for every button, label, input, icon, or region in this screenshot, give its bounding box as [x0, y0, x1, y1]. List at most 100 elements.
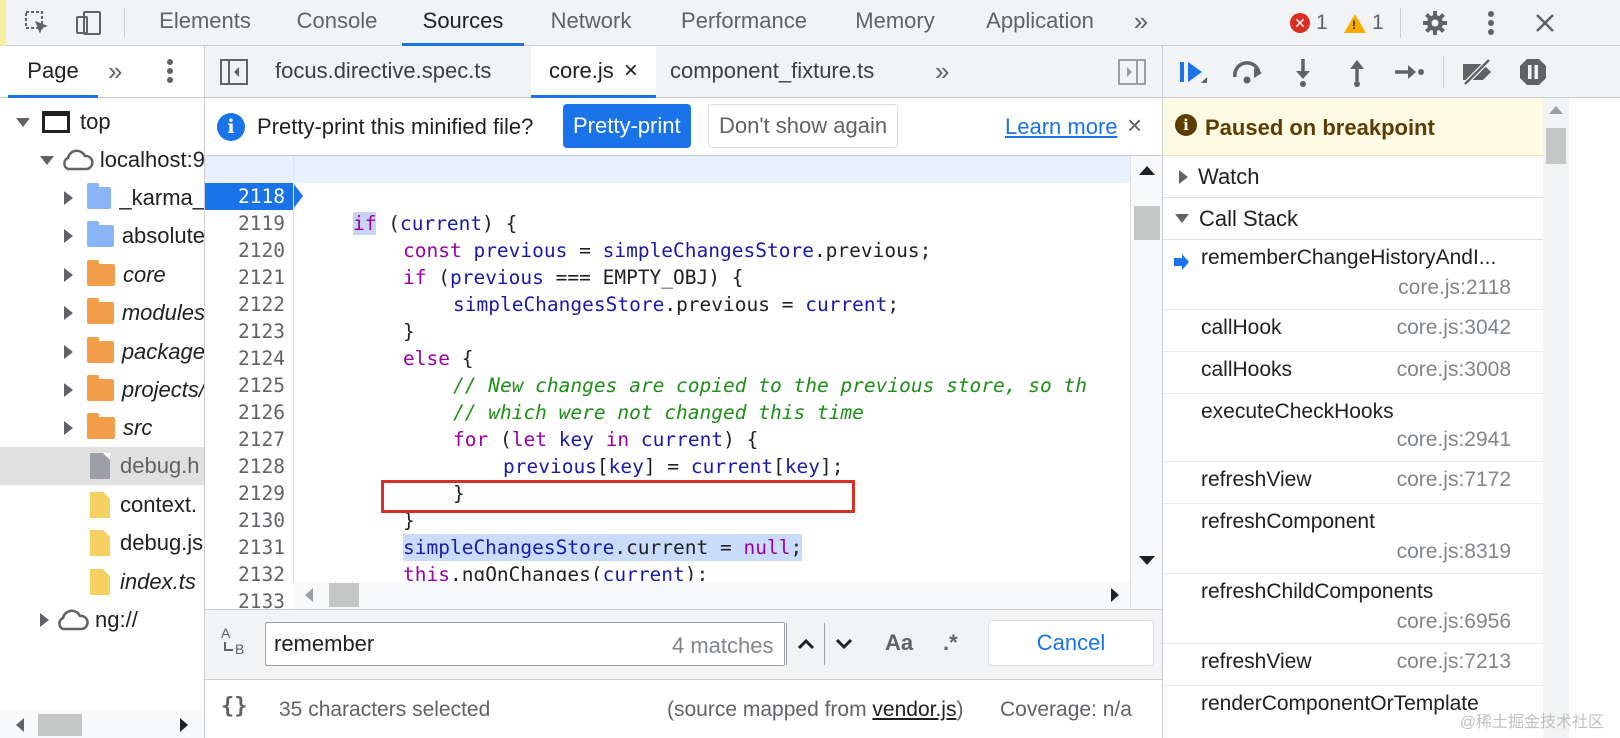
- more-tabs-button[interactable]: »: [1124, 0, 1158, 46]
- step-into-icon[interactable]: [1285, 54, 1321, 90]
- call-frame[interactable]: executeCheckHooks core.js:2941: [1163, 394, 1543, 462]
- tree-item-ng[interactable]: ng://: [0, 601, 204, 639]
- search-input[interactable]: [274, 631, 664, 657]
- scroll-left-icon[interactable]: [16, 718, 24, 732]
- tree-item-index-ts[interactable]: index.ts: [0, 563, 204, 601]
- tab-sources[interactable]: Sources: [402, 0, 524, 46]
- code-line-2127[interactable]: 2127 previous[key] = current[key];: [205, 399, 1130, 478]
- tree-item-projects[interactable]: projects/: [0, 371, 204, 409]
- code-line-2126[interactable]: 2126 for (let key in current) {: [205, 372, 1130, 451]
- tab-page[interactable]: Page: [8, 46, 98, 98]
- scroll-left-icon[interactable]: [305, 588, 313, 602]
- code-line-2129[interactable]: 2129 }: [205, 453, 1130, 532]
- previous-match-button[interactable]: [786, 623, 824, 665]
- tree-item-debug-js[interactable]: debug.js: [0, 524, 204, 562]
- tree-item-src[interactable]: src: [0, 409, 204, 447]
- call-frame[interactable]: refreshChildComponents core.js:6956: [1163, 574, 1543, 644]
- scroll-right-icon[interactable]: [1111, 588, 1119, 602]
- call-frame[interactable]: callHook core.js:3042: [1163, 310, 1543, 352]
- scrollbar-thumb[interactable]: [1134, 206, 1160, 240]
- deactivate-breakpoints-icon[interactable]: [1459, 54, 1495, 90]
- call-frame[interactable]: rememberChangeHistoryAndI... core.js:211…: [1163, 240, 1543, 310]
- scroll-up-icon[interactable]: [1549, 106, 1563, 114]
- code-line-2121[interactable]: 2121 simpleChangesStore.previous = curre…: [205, 237, 1130, 316]
- code-line-2124[interactable]: 2124 // New changes are copied to the pr…: [205, 318, 1130, 397]
- cancel-search-button[interactable]: Cancel: [988, 620, 1154, 666]
- pretty-print-toggle[interactable]: {}: [221, 694, 248, 719]
- editor-horizontal-scrollbar[interactable]: [293, 581, 1130, 609]
- step-out-icon[interactable]: [1339, 54, 1375, 90]
- tab-application[interactable]: Application: [972, 0, 1108, 46]
- learn-more-link[interactable]: Learn more: [1005, 114, 1118, 140]
- scrollbar-thumb[interactable]: [1546, 128, 1566, 164]
- dont-show-again-button[interactable]: Don't show again: [708, 104, 899, 148]
- match-case-toggle[interactable]: Aa: [885, 630, 913, 656]
- replace-toggle-icon[interactable]: AB: [219, 624, 253, 664]
- device-toolbar-icon[interactable]: [72, 6, 106, 40]
- call-frame[interactable]: refreshView core.js:7172: [1163, 462, 1543, 504]
- code-line-2123[interactable]: 2123 else {: [205, 291, 1130, 370]
- editor-tab-focus-directive-spec[interactable]: focus.directive.spec.ts: [275, 46, 491, 98]
- code-area[interactable]: 2118 if (current) { 2119 const previous …: [205, 156, 1130, 609]
- scrollbar-thumb[interactable]: [329, 583, 359, 607]
- tree-item-debug-html[interactable]: debug.h: [0, 447, 204, 485]
- regex-toggle[interactable]: .*: [943, 630, 958, 656]
- step-icon[interactable]: [1391, 54, 1427, 90]
- toggle-navigator-icon[interactable]: [219, 58, 249, 92]
- warning-counter[interactable]: ! 1: [1344, 8, 1384, 38]
- tree-item-core[interactable]: core: [0, 256, 204, 294]
- debugger-vertical-scrollbar[interactable]: [1543, 98, 1569, 738]
- code-line-2132[interactable]: 2132 }: [205, 534, 1130, 609]
- editor-vertical-scrollbar[interactable]: [1130, 156, 1162, 609]
- more-editor-tabs-button[interactable]: »: [935, 46, 949, 98]
- scrollbar-thumb[interactable]: [38, 714, 82, 736]
- error-counter[interactable]: ✕ 1: [1290, 8, 1328, 38]
- call-frame[interactable]: callHooks core.js:3008: [1163, 352, 1543, 394]
- editor-tab-component-fixture[interactable]: component_fixture.ts: [670, 46, 874, 98]
- close-infobar-icon[interactable]: ×: [1127, 110, 1142, 141]
- more-options-icon[interactable]: [1474, 6, 1508, 40]
- pause-on-exceptions-icon[interactable]: [1515, 54, 1551, 90]
- editor-tab-core-js[interactable]: core.js ×: [531, 46, 656, 98]
- inspect-element-icon[interactable]: [20, 6, 54, 40]
- code-line-2118[interactable]: 2118 if (current) {: [205, 156, 1130, 235]
- scroll-right-icon[interactable]: [180, 718, 188, 732]
- close-tab-icon[interactable]: ×: [624, 57, 638, 84]
- code-line-2122[interactable]: 2122 }: [205, 264, 1130, 343]
- close-devtools-icon[interactable]: [1528, 6, 1562, 40]
- next-match-button[interactable]: [824, 623, 862, 665]
- frame-location: core.js:7213: [1396, 650, 1511, 673]
- call-stack-section-header[interactable]: Call Stack: [1163, 198, 1543, 240]
- navigator-horizontal-scrollbar[interactable]: [0, 710, 204, 738]
- tab-console[interactable]: Console: [282, 0, 392, 46]
- tree-item-absolute[interactable]: absolute: [0, 217, 204, 255]
- tree-item-karma[interactable]: _karma_: [0, 179, 204, 217]
- code-line-2128[interactable]: 2128 }: [205, 426, 1130, 505]
- navigator-menu-icon[interactable]: [166, 58, 174, 90]
- tab-memory[interactable]: Memory: [840, 0, 950, 46]
- tree-item-top[interactable]: top: [0, 103, 204, 141]
- settings-gear-icon[interactable]: [1418, 6, 1452, 40]
- navigator-more-button[interactable]: »: [108, 56, 122, 87]
- editor-tab-label: core.js: [549, 58, 614, 83]
- pretty-print-button[interactable]: Pretty-print: [563, 104, 691, 148]
- tab-network[interactable]: Network: [536, 0, 646, 46]
- scroll-down-icon[interactable]: [1139, 556, 1155, 565]
- code-line-2119[interactable]: 2119 const previous = simpleChangesStore…: [205, 183, 1130, 262]
- tab-performance[interactable]: Performance: [668, 0, 820, 46]
- tree-item-modules[interactable]: modules: [0, 294, 204, 332]
- watch-section-header[interactable]: Watch: [1163, 156, 1543, 198]
- scroll-up-icon[interactable]: [1139, 166, 1155, 175]
- toggle-debugger-icon[interactable]: [1117, 58, 1147, 92]
- source-map-link[interactable]: vendor.js: [872, 698, 956, 721]
- step-over-icon[interactable]: [1229, 54, 1265, 90]
- resume-icon[interactable]: [1175, 54, 1211, 90]
- code-line-2125[interactable]: 2125 // which were not changed this time: [205, 345, 1130, 424]
- code-line-2120[interactable]: 2120 if (previous === EMPTY_OBJ) {: [205, 210, 1130, 289]
- tree-item-context[interactable]: context.: [0, 486, 204, 524]
- tree-item-localhost[interactable]: localhost:9: [0, 141, 204, 179]
- call-frame[interactable]: refreshComponent core.js:8319: [1163, 504, 1543, 574]
- tab-elements[interactable]: Elements: [146, 0, 264, 46]
- tree-item-package[interactable]: package: [0, 333, 204, 371]
- call-frame[interactable]: refreshView core.js:7213: [1163, 644, 1543, 686]
